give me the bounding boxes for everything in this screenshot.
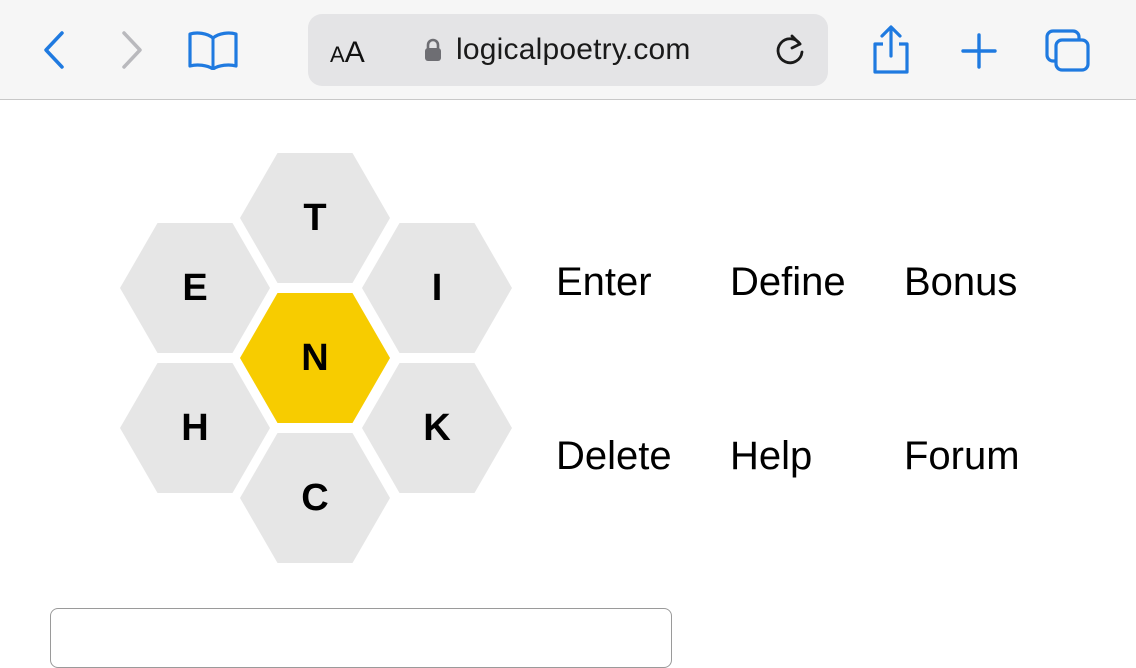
- forum-button[interactable]: Forum: [904, 436, 1020, 476]
- forward-button[interactable]: [112, 28, 152, 72]
- book-icon: [188, 31, 238, 70]
- new-tab-button[interactable]: [956, 28, 1002, 74]
- chevron-right-icon: [122, 31, 142, 69]
- browser-toolbar: A A logicalpoetry.com: [0, 0, 1136, 100]
- share-icon: [873, 25, 909, 74]
- letter-lower-left: H: [181, 406, 209, 449]
- reload-button[interactable]: [770, 30, 810, 70]
- help-button[interactable]: Help: [730, 436, 812, 476]
- lock-icon: [425, 38, 441, 61]
- tabs-button[interactable]: [1042, 26, 1094, 76]
- url-display[interactable]: logicalpoetry.com: [424, 14, 691, 86]
- back-button[interactable]: [34, 28, 74, 72]
- enter-button[interactable]: Enter: [556, 262, 652, 302]
- text-size-button[interactable]: A A: [330, 14, 365, 86]
- url-text: logicalpoetry.com: [456, 33, 691, 66]
- reload-icon: [776, 34, 804, 65]
- hex-top[interactable]: T: [240, 153, 390, 283]
- hex-bottom[interactable]: C: [240, 433, 390, 563]
- bonus-button[interactable]: Bonus: [904, 262, 1017, 302]
- letter-bottom: C: [301, 476, 329, 519]
- letter-lower-right: K: [423, 406, 451, 449]
- address-bar[interactable]: A A logicalpoetry.com: [308, 14, 828, 86]
- letter-center: N: [301, 336, 329, 379]
- hex-upper-right[interactable]: I: [362, 223, 512, 353]
- tabs-icon: [1045, 29, 1090, 72]
- plus-icon: [961, 33, 997, 69]
- delete-button[interactable]: Delete: [556, 436, 672, 476]
- text-size-large-label: A: [344, 36, 365, 69]
- chevron-left-icon: [44, 31, 64, 69]
- define-button[interactable]: Define: [730, 262, 846, 302]
- hex-upper-left[interactable]: E: [120, 223, 270, 353]
- share-button[interactable]: [866, 24, 916, 76]
- letter-upper-left: E: [182, 266, 208, 309]
- reader-button[interactable]: [186, 28, 240, 72]
- hex-center[interactable]: N: [240, 293, 390, 423]
- letter-upper-right: I: [431, 266, 443, 309]
- text-size-small-label: A: [330, 42, 345, 67]
- hex-lower-left[interactable]: H: [120, 363, 270, 493]
- hex-lower-right[interactable]: K: [362, 363, 512, 493]
- letter-top: T: [303, 196, 327, 239]
- word-input[interactable]: [50, 608, 672, 668]
